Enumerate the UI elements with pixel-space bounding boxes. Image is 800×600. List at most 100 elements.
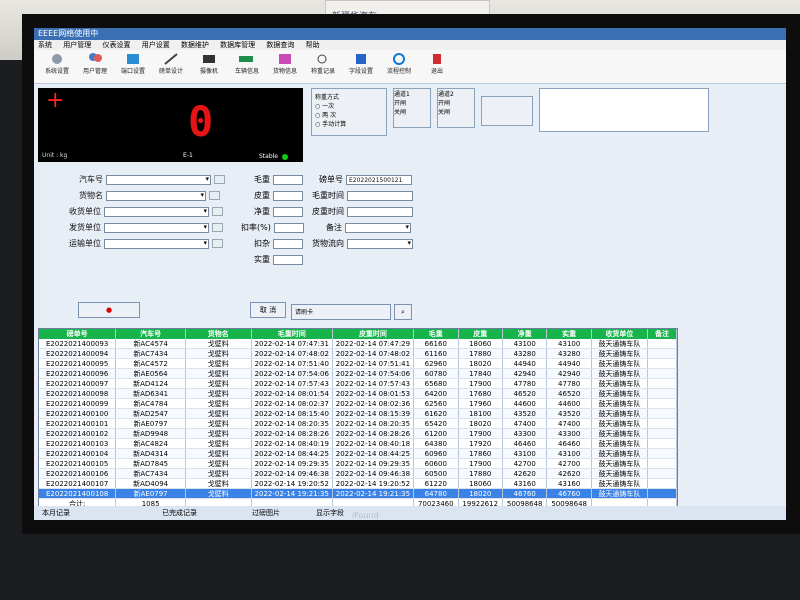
menu-system[interactable]: 系统 [38,41,52,49]
weigh-option-manual[interactable]: ○ 手动计算 [315,119,383,128]
table-row[interactable]: E2022021400094 新AC7434 戈壁料 2022-02-14 07:48… [39,349,677,359]
channel1-close[interactable]: 关闸 [394,107,430,116]
search-button[interactable]: ⌕ [394,304,412,320]
stable-status: Stable [259,153,288,160]
record-button[interactable]: ● [78,302,140,318]
weigh-image-button[interactable]: 过磅图片 [252,508,280,518]
table-row[interactable]: E2022021400098 新AD6341 戈壁料 2022-02-14 08:01… [39,389,677,399]
receiver-field[interactable] [104,206,209,217]
sender-field[interactable] [104,222,209,233]
table-cell: 18060 [459,479,503,488]
goods-info-button[interactable]: 货物信息 [266,52,304,82]
impurity-field[interactable] [273,238,303,249]
actual-field[interactable] [273,254,303,265]
transport-button[interactable] [212,239,223,248]
table-cell: 43280 [547,349,592,358]
net-field[interactable] [273,206,303,217]
channel2-open[interactable]: 开闸 [438,98,474,107]
channel2-close[interactable]: 关闸 [438,107,474,116]
goods-field[interactable] [106,190,206,201]
table-row[interactable]: E2022021400107 新AD4094 戈壁料 2022-02-14 19:20… [39,479,677,489]
truck-row: 汽车号 [79,174,225,185]
filter-select[interactable]: 请刷卡 [291,304,391,320]
window-title: EEEE网络使用中 [34,28,786,40]
table-row[interactable]: E2022021400095 新AC4572 戈壁料 2022-02-14 07:51… [39,359,677,369]
table-row[interactable]: E2022021400093 新AC4574 戈壁料 2022-02-14 07:47… [39,339,677,349]
receiver-button[interactable] [212,207,223,216]
show-fields-button[interactable]: 显示字段 [316,508,344,518]
menu-data-maintenance[interactable]: 数据维护 [181,41,209,49]
field-settings-button[interactable]: 字段设置 [342,52,380,82]
receiver-row: 收货单位 [69,206,223,217]
port-settings-button[interactable]: 端口设置 [114,52,152,82]
exit-button[interactable]: 退出 [418,52,456,82]
tare-field[interactable] [273,190,303,201]
menu-users[interactable]: 用户管理 [63,41,91,49]
gross-row: 毛重 [254,174,303,185]
weigh-option-once[interactable]: ○ 一次 [315,101,383,110]
table-cell [648,359,677,368]
table-row[interactable]: E2022021400097 新AD4124 戈壁料 2022-02-14 07:57… [39,379,677,389]
tare-time-field[interactable] [347,206,413,217]
ticket-design-button[interactable]: 磅单设计 [152,52,190,82]
status-dot [282,153,288,160]
channel2-box: 通道2 开闸 关闸 [437,88,475,128]
flow-control-button[interactable]: 流程控制 [380,52,418,82]
truck-button[interactable] [214,175,225,184]
table-row[interactable]: E2022021400101 新AE0797 戈壁料 2022-02-14 08:20… [39,419,677,429]
weigh-record-button[interactable]: 称重记录 [304,52,342,82]
sender-button[interactable] [212,223,223,232]
vehicle-info-button[interactable]: 车辆信息 [228,52,266,82]
table-cell [648,379,677,388]
table-row[interactable]: E2022021400108 新AE0797 戈壁料 2022-02-14 19:21… [39,489,677,499]
table-cell: 47400 [547,419,592,428]
table-cell [648,419,677,428]
weigh-option-once-label: 一次 [322,103,335,110]
table-cell: 2022-02-14 07:54:06 [333,369,415,378]
menu-database[interactable]: 数据库管理 [220,41,255,49]
table-cell: 43100 [547,449,592,458]
menu-device[interactable]: 仪表设置 [102,41,130,49]
table-cell: 2022-02-14 19:20:52 [252,479,333,488]
table-cell: 新AD4124 [116,379,186,388]
menu-query[interactable]: 数据查询 [266,41,294,49]
table-row[interactable]: E2022021400104 新AD4314 戈壁料 2022-02-14 08:44… [39,449,677,459]
table-cell: 60500 [414,469,459,478]
weigh-option-twice[interactable]: ○ 两 次 [315,110,383,119]
table-row[interactable]: E2022021400099 新AC4784 戈壁料 2022-02-14 08:02… [39,399,677,409]
gross-field[interactable] [273,174,303,185]
table-cell: 2022-02-14 08:02:37 [252,399,333,408]
table-cell: 17860 [459,449,503,458]
system-settings-button[interactable]: 系统设置 [38,52,76,82]
remark-field[interactable] [345,222,411,233]
menu-help[interactable]: 帮助 [306,41,320,49]
transport-row: 运输单位 [69,238,223,249]
table-row[interactable]: E2022021400103 新AC4824 戈壁料 2022-02-14 08:40… [39,439,677,449]
ticket-field[interactable]: E2022021500121 [346,174,412,185]
gross-time-field[interactable] [347,190,413,201]
channel1-box: 通道1 开闸 关闸 [393,88,431,128]
transport-field[interactable] [104,238,209,249]
table-row[interactable]: E2022021400096 新AE0564 戈壁料 2022-02-14 07:54… [39,369,677,379]
goods-button[interactable] [209,191,220,200]
table-cell: 64780 [414,489,459,498]
table-row[interactable]: E2022021400102 新AD9948 戈壁料 2022-02-14 08:28… [39,429,677,439]
channel1-open[interactable]: 开闸 [394,98,430,107]
menu-bar: 系统 用户管理 仪表设置 用户设置 数据维护 数据库管理 数据查询 帮助 [34,40,786,50]
table-cell: 新AE0797 [116,489,186,498]
direction-field[interactable] [347,238,413,249]
cancel-button[interactable]: 取 消 [250,302,286,318]
table-row[interactable]: E2022021400105 新AD7845 戈壁料 2022-02-14 09:29… [39,459,677,469]
deduct-rate-field[interactable] [273,222,304,233]
table-row[interactable]: E2022021400106 新AC7434 戈壁料 2022-02-14 09:46… [39,469,677,479]
user-manage-button[interactable]: 用户管理 [76,52,114,82]
toolbar-label: 端口设置 [120,68,145,75]
table-row[interactable]: E2022021400100 新AD2547 戈壁料 2022-02-14 08:15… [39,409,677,419]
impurity-label: 扣杂 [254,239,270,248]
camera-button[interactable]: 摄像机 [190,52,228,82]
actual-label: 实重 [254,255,270,264]
weigh-trigger-box[interactable] [481,96,533,126]
menu-user-settings[interactable]: 用户设置 [142,41,170,49]
table-cell: 戈壁料 [186,349,252,358]
truck-field[interactable] [106,174,211,185]
